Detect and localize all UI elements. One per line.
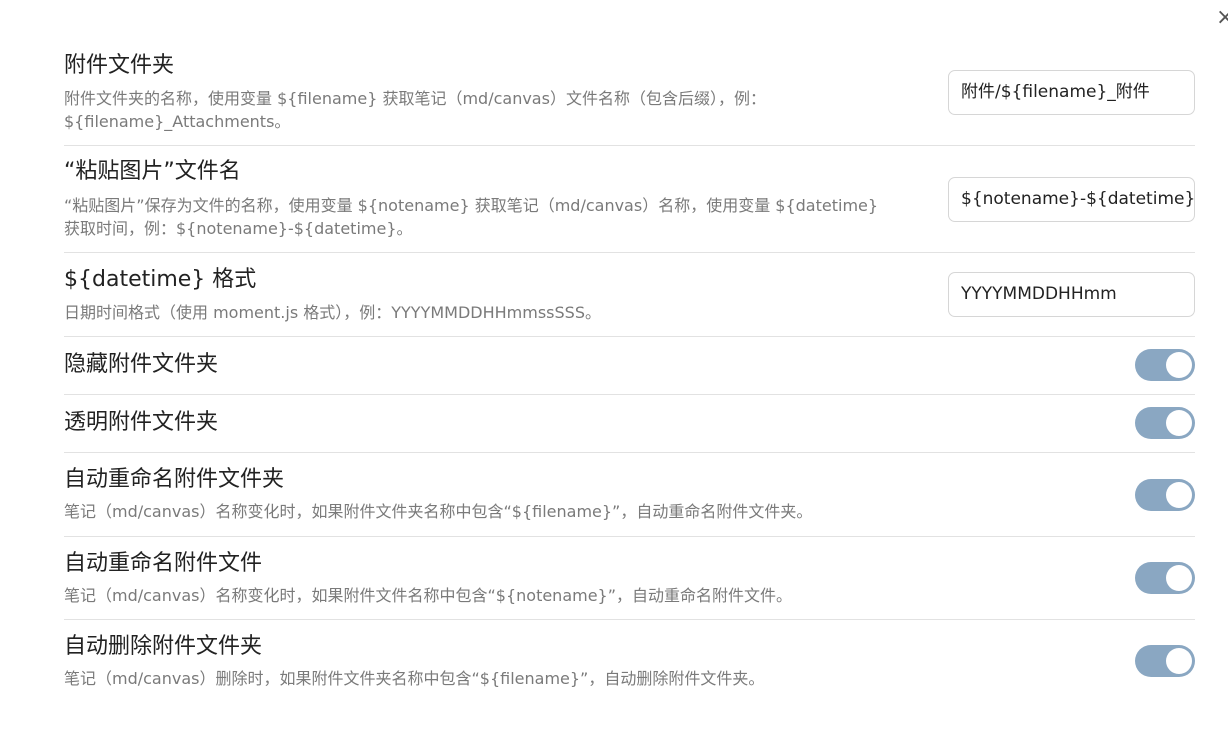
setting-description-line: 笔记（md/canvas）删除时，如果附件文件夹名称中包含“${filename… xyxy=(64,669,765,688)
setting-description: “粘贴图片”保存为文件的名称，使用变量 ${notename} 获取笔记（md/… xyxy=(64,194,924,240)
transparent-attachment-folder-toggle[interactable] xyxy=(1135,407,1195,439)
setting-transparent-attachment-folder: 透明附件文件夹 xyxy=(64,395,1195,453)
toggle-knob xyxy=(1166,648,1192,674)
setting-name: 自动删除附件文件夹 xyxy=(64,634,263,659)
settings-list: 附件文件夹 附件文件夹的名称，使用变量 ${filename} 获取笔记（md/… xyxy=(64,50,1195,704)
setting-auto-delete-attachment-folder: 自动删除附件文件夹 笔记（md/canvas）删除时，如果附件文件夹名称中包含“… xyxy=(64,620,1195,704)
toggle-knob xyxy=(1166,565,1192,591)
auto-rename-attachment-folder-toggle[interactable] xyxy=(1135,479,1195,511)
setting-name: 隐藏附件文件夹 xyxy=(64,352,219,377)
toggle-knob xyxy=(1166,352,1192,378)
setting-paste-image-filename: “粘贴图片”文件名 “粘贴图片”保存为文件的名称，使用变量 ${notename… xyxy=(64,146,1195,253)
auto-delete-attachment-folder-toggle[interactable] xyxy=(1135,645,1195,677)
paste-image-filename-input[interactable]: ${notename}-${datetime} xyxy=(948,177,1195,222)
setting-hide-attachment-folder: 隐藏附件文件夹 xyxy=(64,337,1195,395)
setting-description: 日期时间格式（使用 moment.js 格式），例：YYYYMMDDHHmmss… xyxy=(64,301,924,324)
setting-description-line: 日期时间格式（使用 moment.js 格式），例：YYYYMMDDHHmmss… xyxy=(64,303,601,322)
toggle-knob xyxy=(1166,410,1192,436)
setting-name: 附件文件夹 xyxy=(64,53,175,78)
setting-auto-rename-attachment-file: 自动重命名附件文件 笔记（md/canvas）名称变化时，如果附件文件名称中包含… xyxy=(64,537,1195,620)
toggle-knob xyxy=(1166,482,1192,508)
setting-description: 笔记（md/canvas）名称变化时，如果附件文件夹名称中包含“${filena… xyxy=(64,500,924,523)
datetime-format-input[interactable]: YYYYMMDDHHmm xyxy=(948,272,1195,317)
hide-attachment-folder-toggle[interactable] xyxy=(1135,349,1195,381)
setting-name: ${datetime} 格式 xyxy=(64,267,257,292)
setting-description: 笔记（md/canvas）名称变化时，如果附件文件名称中包含“${notenam… xyxy=(64,584,924,607)
setting-description: 附件文件夹的名称，使用变量 ${filename} 获取笔记（md/canvas… xyxy=(64,87,924,133)
setting-description-line: 获取时间，例：${notename}-${datetime}。 xyxy=(64,219,413,238)
setting-attachment-folder: 附件文件夹 附件文件夹的名称，使用变量 ${filename} 获取笔记（md/… xyxy=(64,50,1195,146)
setting-description-line: 笔记（md/canvas）名称变化时，如果附件文件名称中包含“${notenam… xyxy=(64,586,793,605)
setting-description-line: ${filename}_Attachments。 xyxy=(64,112,291,131)
auto-rename-attachment-file-toggle[interactable] xyxy=(1135,562,1195,594)
setting-name: 透明附件文件夹 xyxy=(64,410,219,435)
setting-description-line: 附件文件夹的名称，使用变量 ${filename} 获取笔记（md/canvas… xyxy=(64,89,766,108)
setting-name: “粘贴图片”文件名 xyxy=(64,159,241,184)
setting-description: 笔记（md/canvas）删除时，如果附件文件夹名称中包含“${filename… xyxy=(64,667,924,690)
setting-name: 自动重命名附件文件夹 xyxy=(64,467,285,492)
setting-description-line: 笔记（md/canvas）名称变化时，如果附件文件夹名称中包含“${filena… xyxy=(64,502,813,521)
setting-name: 自动重命名附件文件 xyxy=(64,551,263,576)
setting-datetime-format: ${datetime} 格式 日期时间格式（使用 moment.js 格式），例… xyxy=(64,253,1195,337)
close-icon[interactable]: × xyxy=(1216,6,1228,30)
attachment-folder-input[interactable]: 附件/${filename}_附件 xyxy=(948,70,1195,115)
setting-description-line: “粘贴图片”保存为文件的名称，使用变量 ${notename} 获取笔记（md/… xyxy=(64,196,879,215)
setting-auto-rename-attachment-folder: 自动重命名附件文件夹 笔记（md/canvas）名称变化时，如果附件文件夹名称中… xyxy=(64,453,1195,537)
